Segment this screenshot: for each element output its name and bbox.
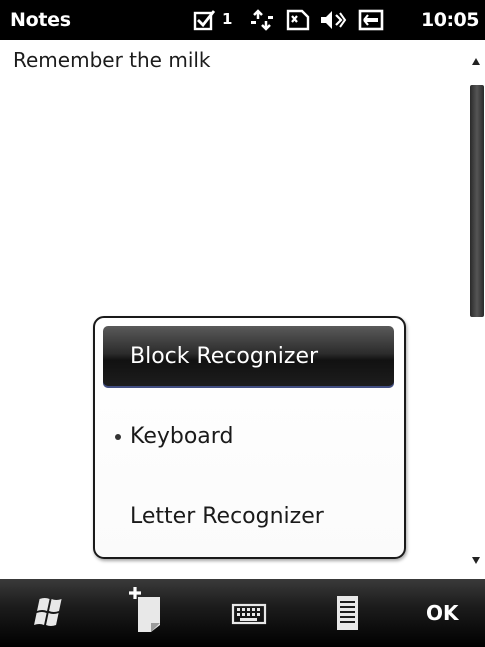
new-note-icon[interactable] (118, 579, 178, 647)
menu-item-label: Block Recognizer (130, 344, 319, 369)
status-bar: Notes 1 10:05 (0, 0, 485, 40)
note-text[interactable]: Remember the milk (13, 48, 211, 72)
app-title: Notes (10, 9, 71, 31)
tasks-checkbox-icon[interactable] (193, 8, 217, 32)
scroll-down-arrow-icon[interactable] (472, 557, 480, 564)
ok-button[interactable]: OK (426, 601, 459, 625)
softkey-bar: OK (0, 579, 485, 647)
clock[interactable]: 10:05 (421, 9, 479, 31)
menu-item-block-recognizer[interactable]: Block Recognizer (103, 326, 394, 388)
scroll-up-arrow-icon[interactable] (472, 58, 480, 65)
input-method-menu: Block Recognizer Keyboard Letter Recogni… (93, 316, 406, 559)
sim-card-icon[interactable] (285, 8, 311, 32)
battery-icon[interactable] (357, 8, 385, 32)
current-selection-bullet-icon (115, 434, 121, 440)
connectivity-arrows-icon[interactable] (248, 8, 276, 32)
vertical-scrollbar[interactable] (468, 40, 485, 579)
scroll-thumb[interactable] (470, 85, 484, 317)
keyboard-icon[interactable] (219, 579, 279, 647)
menu-item-label: Keyboard (130, 424, 234, 449)
menu-item-keyboard[interactable]: Keyboard (103, 406, 394, 468)
menu-item-letter-recognizer[interactable]: Letter Recognizer (103, 486, 394, 548)
windows-flag-icon[interactable] (20, 579, 80, 647)
menu-item-label: Letter Recognizer (130, 504, 324, 529)
notification-count: 1 (222, 10, 233, 28)
menu-list-icon[interactable] (318, 579, 378, 647)
speaker-muted-icon[interactable] (319, 8, 347, 32)
